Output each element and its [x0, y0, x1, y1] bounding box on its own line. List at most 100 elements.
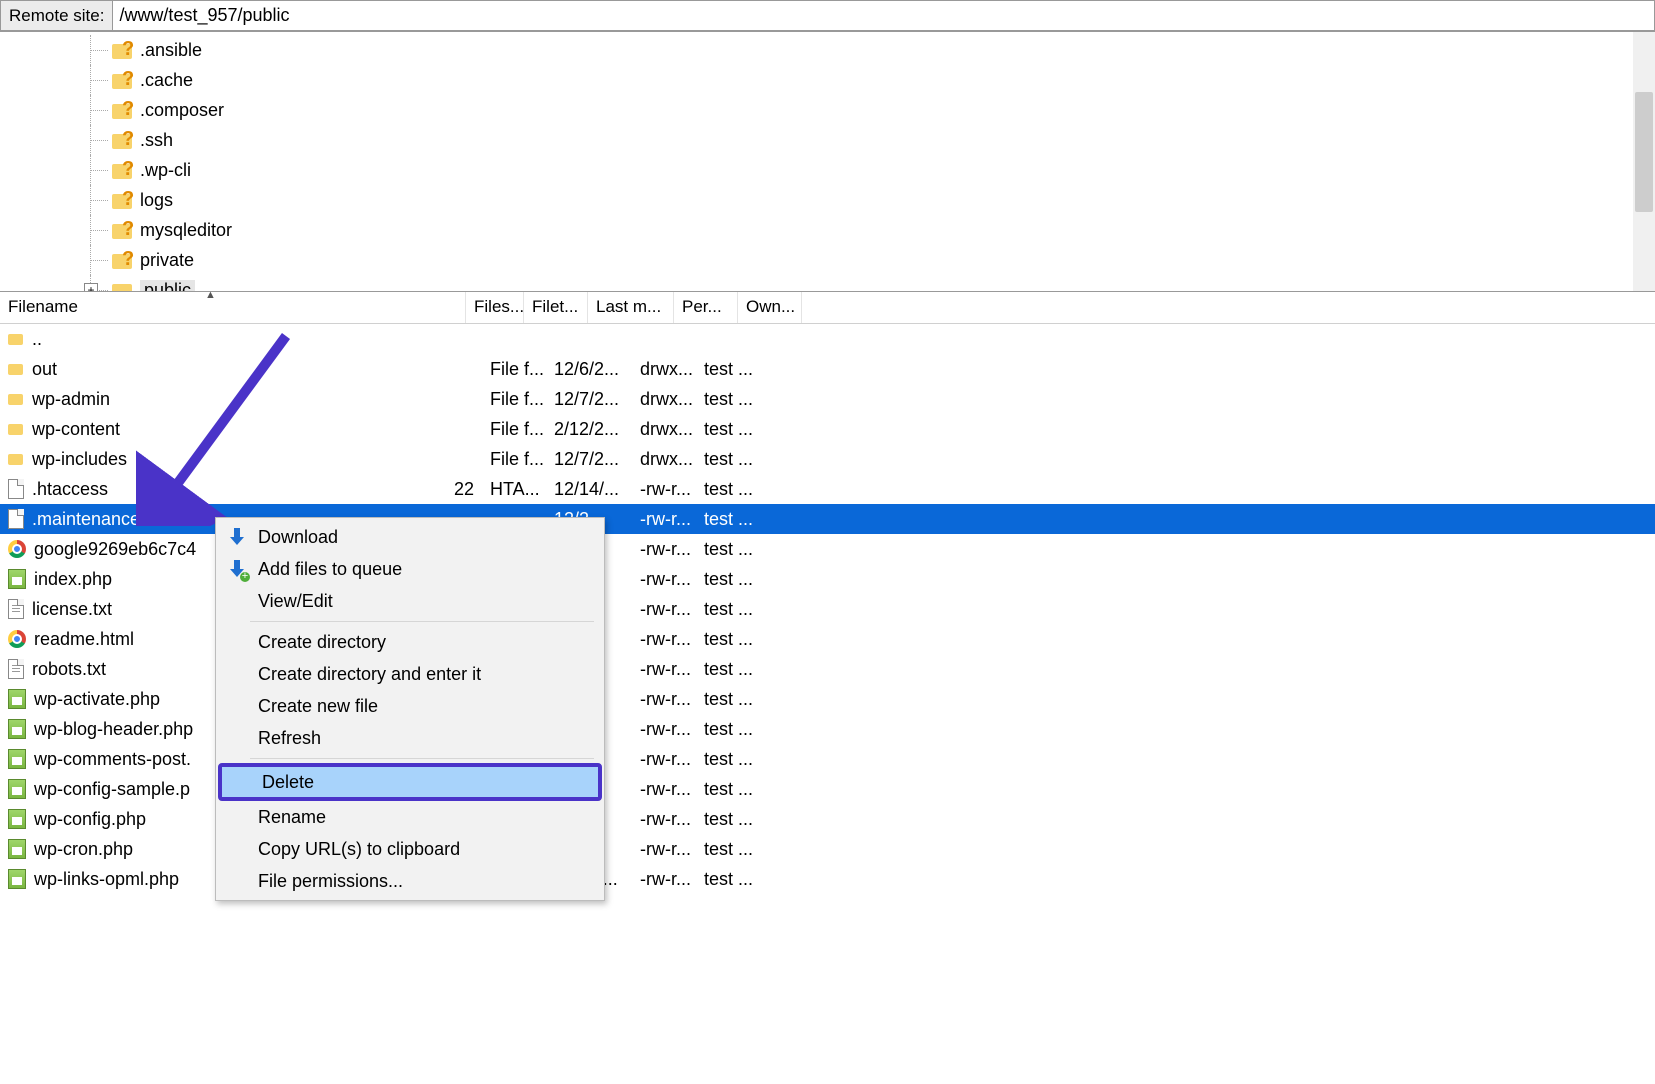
file-name-label: wp-includes	[32, 449, 127, 470]
tree-line-icon	[90, 230, 108, 231]
file-list-header[interactable]: ▲ Filename Files... Filet... Last m... P…	[0, 292, 1655, 324]
context-menu: Download + Add files to queue View/Edit Crea…	[215, 517, 605, 901]
file-icon	[8, 509, 24, 529]
remote-tree[interactable]: .ansible.cache .composer .ssh .wp-cli logs my…	[0, 32, 1655, 292]
folder-unknown-icon	[112, 250, 134, 270]
file-name-label: wp-comments-post.	[34, 749, 191, 770]
file-name-cell[interactable]: ..	[0, 329, 424, 350]
tree-item-label: public	[140, 280, 195, 293]
folder-icon	[8, 422, 24, 436]
file-owner-value: test ...	[696, 359, 760, 380]
tree-item[interactable]: .composer	[112, 95, 1655, 125]
tree-item-label: .composer	[140, 100, 224, 121]
tree-item[interactable]: mysqleditor	[112, 215, 1655, 245]
php-file-icon	[8, 569, 26, 589]
file-name-label: .htaccess	[32, 479, 108, 500]
menu-item-label: Refresh	[258, 728, 321, 749]
file-permissions-value: drwx...	[632, 359, 696, 380]
file-name-label: wp-admin	[32, 389, 110, 410]
menu-separator	[250, 621, 594, 622]
file-owner-value: test ...	[696, 569, 760, 590]
file-name-label: wp-activate.php	[34, 689, 160, 710]
file-name-cell[interactable]: wp-includes	[0, 449, 424, 470]
php-file-icon	[8, 809, 26, 829]
tree-item[interactable]: +public	[112, 275, 1655, 292]
menu-item[interactable]: File permissions...	[218, 865, 602, 897]
menu-item[interactable]: + Add files to queue	[218, 553, 602, 585]
file-row[interactable]: .htaccess22HTA...12/14/...-rw-r...test .…	[0, 474, 1655, 504]
folder-unknown-icon	[112, 70, 134, 90]
col-header-permissions[interactable]: Per...	[674, 292, 738, 323]
file-type-value: File f...	[482, 449, 546, 470]
col-header-filesize[interactable]: Files...	[466, 292, 524, 323]
file-row[interactable]: ..	[0, 324, 1655, 354]
file-permissions-value: -rw-r...	[632, 869, 696, 890]
file-modified-value: 12/6/2...	[546, 359, 632, 380]
menu-item[interactable]: Rename	[218, 801, 602, 833]
tree-item[interactable]: .wp-cli	[112, 155, 1655, 185]
php-file-icon	[8, 839, 26, 859]
file-permissions-value: -rw-r...	[632, 509, 696, 530]
file-name-label: .maintenance	[32, 509, 140, 530]
menu-item-label: Add files to queue	[258, 559, 402, 580]
menu-item[interactable]: Delete	[218, 763, 602, 801]
file-type-value: File f...	[482, 359, 546, 380]
file-name-label: wp-blog-header.php	[34, 719, 193, 740]
file-name-cell[interactable]: wp-admin	[0, 389, 424, 410]
file-row[interactable]: wp-adminFile f...12/7/2...drwx...test ..…	[0, 384, 1655, 414]
file-owner-value: test ...	[696, 659, 760, 680]
file-row[interactable]: out File f...12/6/2...drwx...test ...	[0, 354, 1655, 384]
file-permissions-value: drwx...	[632, 419, 696, 440]
menu-item[interactable]: Create new file	[218, 690, 602, 722]
file-name-label: wp-config.php	[34, 809, 146, 830]
folder-icon	[8, 452, 24, 466]
file-modified-value: 12/7/2...	[546, 389, 632, 410]
folder-unknown-icon	[112, 130, 134, 150]
col-header-modified[interactable]: Last m...	[588, 292, 674, 323]
folder-icon	[8, 392, 24, 406]
file-row[interactable]: wp-includesFile f...12/7/2...drwx...test…	[0, 444, 1655, 474]
tree-item[interactable]: .ansible	[112, 35, 1655, 65]
col-header-filetype[interactable]: Filet...	[524, 292, 588, 323]
tree-item-label: mysqleditor	[140, 220, 232, 241]
tree-scrollbar-thumb[interactable]	[1635, 92, 1653, 212]
menu-item[interactable]: Download	[218, 521, 602, 553]
menu-item[interactable]: Create directory	[218, 626, 602, 658]
col-header-owner[interactable]: Own...	[738, 292, 802, 323]
file-row[interactable]: wp-contentFile f...2/12/2...drwx...test …	[0, 414, 1655, 444]
file-owner-value: test ...	[696, 509, 760, 530]
remote-site-path-input[interactable]: /www/test_957/public	[113, 0, 1655, 31]
menu-item[interactable]: View/Edit	[218, 585, 602, 617]
menu-item-label: Copy URL(s) to clipboard	[258, 839, 460, 860]
tree-item[interactable]: .cache	[112, 65, 1655, 95]
tree-item-label: .wp-cli	[140, 160, 191, 181]
menu-item[interactable]: Create directory and enter it	[218, 658, 602, 690]
file-name-label: wp-config-sample.p	[34, 779, 190, 800]
tree-expander-icon[interactable]: +	[84, 283, 98, 292]
file-name-cell[interactable]: out	[0, 359, 424, 380]
tree-item[interactable]: private	[112, 245, 1655, 275]
php-file-icon	[8, 779, 26, 799]
sort-caret-icon: ▲	[205, 289, 216, 301]
file-name-label: license.txt	[32, 599, 112, 620]
download-arrow-icon: +	[230, 560, 244, 578]
tree-scrollbar[interactable]	[1633, 32, 1655, 291]
menu-item[interactable]: Copy URL(s) to clipboard	[218, 833, 602, 865]
php-file-icon	[8, 749, 26, 769]
file-modified-value: 12/14/...	[546, 479, 632, 500]
tree-item-label: .ssh	[140, 130, 173, 151]
file-name-cell[interactable]: .htaccess	[0, 479, 424, 500]
text-file-icon	[8, 599, 24, 619]
file-permissions-value: -rw-r...	[632, 689, 696, 710]
tree-item[interactable]: logs	[112, 185, 1655, 215]
tree-line-icon	[90, 50, 108, 51]
menu-item[interactable]: Refresh	[218, 722, 602, 754]
menu-item-label: Download	[258, 527, 338, 548]
file-permissions-value: -rw-r...	[632, 719, 696, 740]
col-header-filename[interactable]: Filename	[0, 292, 466, 323]
file-owner-value: test ...	[696, 869, 760, 890]
tree-line-icon	[90, 200, 108, 201]
file-owner-value: test ...	[696, 419, 760, 440]
file-name-cell[interactable]: wp-content	[0, 419, 424, 440]
tree-item[interactable]: .ssh	[112, 125, 1655, 155]
